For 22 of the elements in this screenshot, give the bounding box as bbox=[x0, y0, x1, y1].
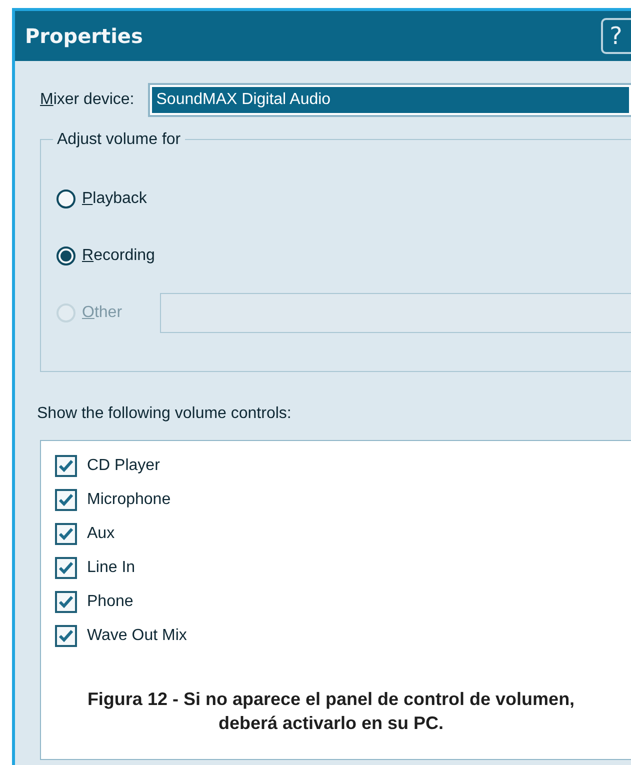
radio-label[interactable]: Recording bbox=[82, 244, 155, 268]
checkbox-label[interactable]: CD Player bbox=[87, 454, 160, 478]
radio-label[interactable]: Playback bbox=[82, 186, 147, 210]
radio-button[interactable] bbox=[56, 188, 76, 208]
checkbox-label[interactable]: Wave Out Mix bbox=[87, 624, 187, 648]
mixer-device-dropdown[interactable]: SoundMAX Digital Audio bbox=[148, 83, 631, 117]
radio-button[interactable] bbox=[56, 246, 76, 266]
window-title: Properties bbox=[25, 23, 143, 50]
checkbox-label[interactable]: Aux bbox=[87, 522, 115, 546]
checkbox[interactable] bbox=[55, 489, 77, 511]
checkbox-label[interactable]: Line In bbox=[87, 556, 136, 580]
checkbox-label[interactable]: Phone bbox=[87, 590, 134, 614]
checkbox[interactable] bbox=[55, 591, 77, 613]
controls-label: Show the following volume controls: bbox=[37, 404, 292, 424]
figure-caption: Figura 12 - Si no aparece el panel de control de volumen, deberá activarlo en su PC. bbox=[86, 688, 576, 736]
checkbox[interactable] bbox=[55, 455, 77, 477]
help-button[interactable]: ? bbox=[601, 18, 631, 54]
checkbox-label[interactable]: Microphone bbox=[87, 488, 171, 512]
checkbox[interactable] bbox=[55, 625, 77, 647]
mixer-device-label: Mixer device: bbox=[40, 90, 134, 110]
checkbox[interactable] bbox=[55, 557, 77, 579]
checkbox[interactable] bbox=[55, 523, 77, 545]
